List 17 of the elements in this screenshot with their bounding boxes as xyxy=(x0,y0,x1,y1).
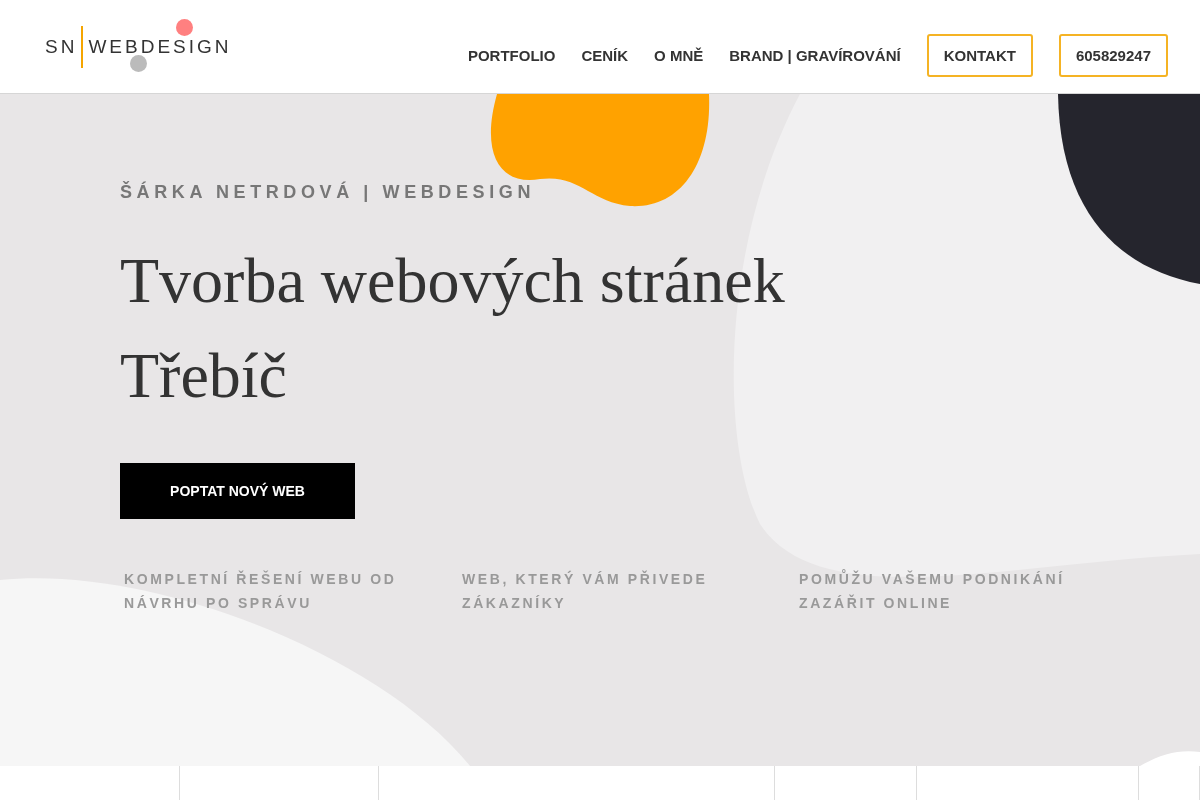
nav-link[interactable]: O MNĚ xyxy=(654,47,704,64)
logo-initials: SN xyxy=(45,35,78,58)
nav-link[interactable]: CENÍK xyxy=(581,47,629,64)
logo-name: WEBDESIGN xyxy=(88,35,232,58)
nav-link[interactable]: PORTFOLIO xyxy=(467,47,556,64)
logo[interactable]: SN WEBDESIGN xyxy=(45,14,232,79)
nav-button[interactable]: KONTAKT xyxy=(926,34,1033,77)
feature-text: POMŮŽU VAŠEMU PODNIKÁNÍ ZAZÁŘIT ONLINE xyxy=(799,568,1066,613)
feature-text: KOMPLETNÍ ŘEŠENÍ WEBU OD NÁVRHU PO SPRÁVU xyxy=(124,569,398,613)
logo-dot-icon xyxy=(130,54,147,72)
cta-button[interactable]: POPTAT NOVÝ WEB xyxy=(120,463,355,519)
feature-text: WEB, KTERÝ VÁM PŘIVEDE ZÁKAZNÍKY xyxy=(462,569,709,613)
nav-button[interactable]: 605829247 xyxy=(1058,34,1168,77)
hero-title: Tvorba webových stránek Třebíč xyxy=(120,244,786,413)
nav-link[interactable]: BRAND | GRAVÍROVÁNÍ xyxy=(729,47,901,64)
logo-dot-icon xyxy=(176,18,193,36)
hero-eyebrow: ŠÁRKA NETRDOVÁ | WEBDESIGN xyxy=(120,182,536,203)
